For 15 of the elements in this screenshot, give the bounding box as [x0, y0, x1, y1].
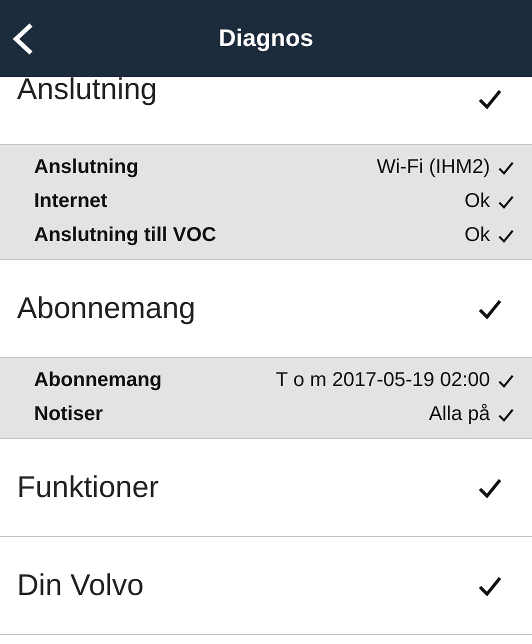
detail-label: Abonnemang: [34, 369, 162, 392]
section-title: Anslutning: [17, 73, 158, 107]
page-title: Diagnos: [218, 24, 314, 52]
detail-value: Alla på: [428, 403, 490, 426]
detail-label: Internet: [34, 190, 108, 213]
section-title: Funktioner: [17, 470, 159, 504]
detail-value: Ok: [464, 190, 490, 213]
section-title: Din Volvo: [17, 568, 144, 602]
section-title: Abonnemang: [17, 292, 196, 326]
detail-value: Ok: [464, 224, 490, 247]
detail-value: Wi-Fi (IHM2): [376, 156, 490, 179]
detail-label: Notiser: [34, 403, 103, 426]
detail-value: T o m 2017-05-19 02:00: [276, 369, 490, 392]
detail-label: Anslutning till VOC: [34, 224, 216, 247]
detail-label: Anslutning: [34, 156, 138, 179]
